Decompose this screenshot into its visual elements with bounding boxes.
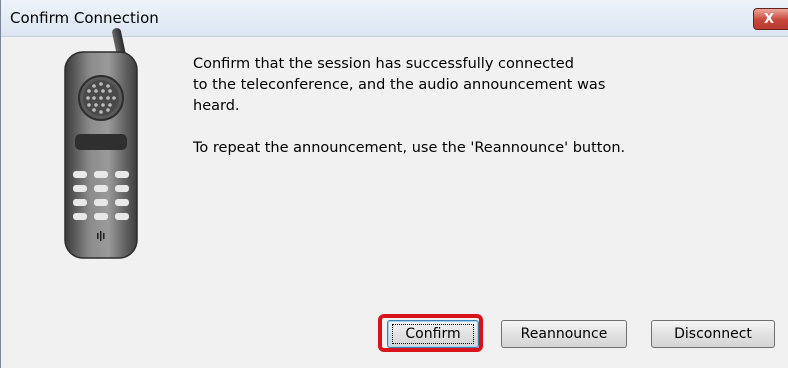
- confirm-button-label: Confirm: [405, 326, 461, 342]
- confirm-connection-dialog: Confirm Connection X Confirm that the se…: [0, 0, 788, 368]
- mobile-phone-icon: [64, 28, 138, 259]
- close-icon: X: [764, 12, 775, 27]
- reannounce-button[interactable]: Reannounce: [501, 320, 627, 348]
- message-line: To repeat the announcement, use the 'Rea…: [193, 140, 626, 156]
- message-text: Confirm that the session has successfull…: [193, 54, 733, 159]
- close-button[interactable]: X: [753, 8, 788, 30]
- message-line: heard.: [193, 98, 240, 114]
- message-line: to the teleconference, and the audio ann…: [193, 77, 606, 93]
- disconnect-button[interactable]: Disconnect: [651, 320, 775, 348]
- window-title: Confirm Connection: [10, 9, 159, 27]
- message-line: Confirm that the session has successfull…: [193, 56, 574, 72]
- confirm-button[interactable]: Confirm: [387, 320, 479, 348]
